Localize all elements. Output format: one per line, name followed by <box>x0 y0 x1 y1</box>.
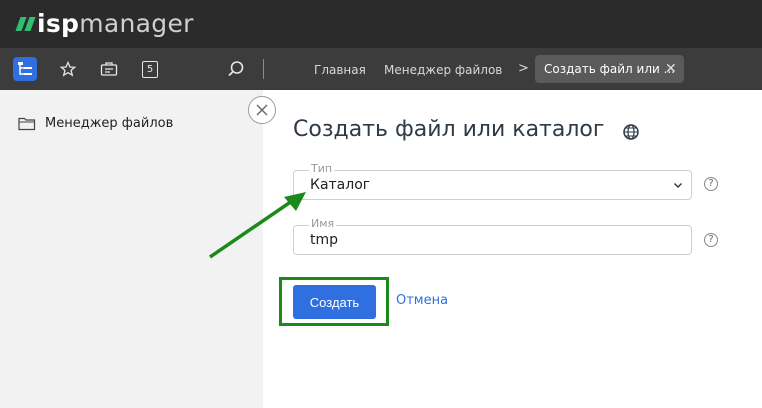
name-label: Имя <box>309 217 337 230</box>
name-field[interactable]: tmp <box>293 225 692 255</box>
close-icon <box>256 104 268 116</box>
globe-icon[interactable] <box>622 123 640 145</box>
close-panel-button[interactable] <box>248 96 276 124</box>
toolbar: 5 Главная Менеджер файлов > Создать файл… <box>0 48 762 90</box>
create-button[interactable]: Создать <box>293 285 376 319</box>
number-5-icon[interactable]: 5 <box>139 58 161 80</box>
sidebar-item-file-manager[interactable]: Менеджер файлов <box>18 116 173 131</box>
name-help-icon[interactable]: ? <box>704 233 718 247</box>
tab-create-file[interactable]: Создать файл или ... ✕ <box>535 55 684 83</box>
sidebar-item-label: Менеджер файлов <box>45 116 174 131</box>
briefcase-icon[interactable] <box>98 58 120 80</box>
type-select[interactable]: Каталог <box>293 170 692 200</box>
search-icon[interactable] <box>225 58 247 80</box>
annotation-arrow-icon <box>209 192 306 259</box>
logo-text-manager: manager <box>79 9 194 38</box>
tree-menu-icon[interactable] <box>13 57 37 81</box>
breadcrumb-file-manager[interactable]: Менеджер файлов <box>384 62 502 78</box>
type-select-value: Каталог <box>310 177 371 193</box>
close-tab-icon[interactable]: ✕ <box>665 61 677 77</box>
top-bar: ispmanager <box>0 0 762 48</box>
type-label: Тип <box>309 162 335 175</box>
breadcrumb-chevron-icon: > <box>518 61 529 76</box>
type-help-icon[interactable]: ? <box>704 177 718 191</box>
ispmanager-logo[interactable]: ispmanager <box>15 8 194 40</box>
toolbar-separator <box>263 59 264 79</box>
name-field-value: tmp <box>310 232 339 248</box>
logo-text-isp: isp <box>37 9 80 38</box>
logo-mark-icon <box>15 17 36 31</box>
star-icon[interactable] <box>57 58 79 80</box>
folder-icon <box>18 117 36 131</box>
chevron-down-icon <box>674 183 682 188</box>
page-title: Создать файл или каталог <box>293 117 605 142</box>
breadcrumb-home[interactable]: Главная <box>314 62 366 78</box>
cancel-link[interactable]: Отмена <box>396 293 448 308</box>
tab-label: Создать файл или ... <box>544 62 676 76</box>
